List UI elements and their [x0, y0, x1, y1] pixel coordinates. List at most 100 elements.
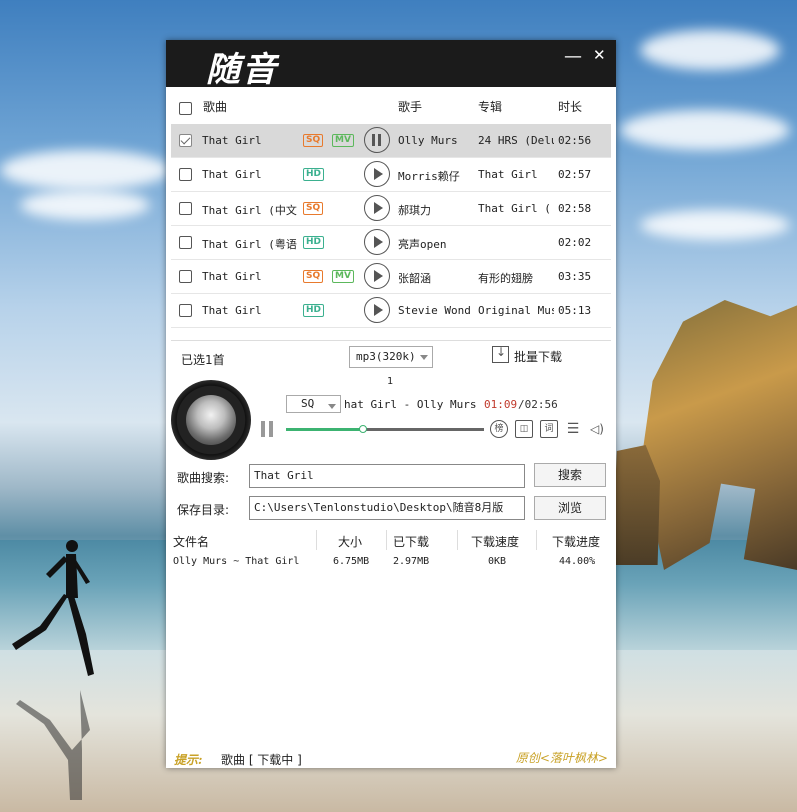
song-singer: Olly Murs	[398, 134, 458, 147]
album-art	[186, 395, 236, 445]
now-playing-title: hat Girl - Olly Murs	[344, 398, 477, 411]
save-dir-label: 保存目录:	[177, 503, 230, 517]
radio-button[interactable]: ◫	[515, 420, 533, 438]
author-credit: 原创<落叶枫林>	[515, 751, 608, 765]
time-separator: /	[518, 398, 525, 411]
song-checkbox[interactable]	[179, 304, 192, 317]
song-row[interactable]: That Girl SQ MV 张韶涵 有形的翅膀 03:35	[171, 260, 611, 294]
song-checkbox[interactable]	[179, 202, 192, 215]
badge-mv[interactable]: MV	[332, 134, 354, 147]
app-logo: 随音	[206, 50, 278, 90]
cloud	[640, 30, 780, 70]
badge-hd[interactable]: HD	[303, 304, 325, 317]
pause-icon[interactable]	[261, 421, 265, 437]
song-row[interactable]: That Girl (粤语 HD 亮声open 02:02	[171, 226, 611, 260]
song-album: That Girl (	[478, 202, 551, 215]
format-select[interactable]: mp3(320k)	[349, 346, 433, 368]
lyrics-button[interactable]: 词	[540, 420, 558, 438]
song-checkbox[interactable]	[179, 134, 192, 147]
song-album: That Girl	[478, 168, 538, 181]
album-cover-vinyl	[171, 380, 251, 460]
song-title: That Girl	[202, 304, 262, 317]
dl-row-progress: 44.00%	[559, 556, 596, 567]
page-number: 1	[387, 376, 394, 387]
badge-sq[interactable]: SQ	[303, 270, 324, 283]
save-dir-input[interactable]: C:\Users\Tenlonstudio\Desktop\随音8月版	[249, 496, 525, 520]
song-duration: 05:13	[558, 304, 592, 317]
song-row[interactable]: That Girl HD Morris赖仔 That Girl 02:57	[171, 158, 611, 192]
song-row[interactable]: That Girl (中文 SQ 郝琪力 That Girl (02:58	[171, 192, 611, 226]
cloud	[620, 110, 790, 150]
badge-hd[interactable]: HD	[303, 236, 325, 249]
quality-select[interactable]: SQ	[286, 395, 341, 413]
column-header-singer: 歌手	[398, 100, 423, 114]
divider	[316, 530, 317, 550]
dl-row-downloaded: 2.97MB	[393, 556, 430, 567]
song-title: That Girl	[202, 168, 262, 181]
chevron-down-icon	[328, 404, 336, 409]
play-icon[interactable]	[364, 263, 390, 289]
song-duration: 02:58	[558, 202, 592, 215]
cloud	[0, 150, 170, 190]
dl-header-size: 大小	[338, 535, 363, 549]
progress-fill	[286, 428, 364, 431]
song-row[interactable]: That Girl HD Stevie Wond Original Mus 05:13	[171, 294, 611, 328]
volume-icon[interactable]: ◁)	[588, 420, 606, 438]
song-singer: Stevie Wond	[398, 304, 471, 317]
song-title: That Girl (粤语	[202, 238, 297, 251]
divider	[536, 530, 537, 550]
divider	[457, 530, 458, 550]
cloud	[20, 190, 150, 220]
progress-thumb[interactable]	[359, 425, 368, 433]
playlist-icon[interactable]: ☰	[564, 420, 582, 438]
download-icon	[492, 345, 509, 363]
title-bar[interactable]: 随音 — ✕	[166, 40, 616, 90]
search-input[interactable]: That Gril	[249, 464, 525, 488]
song-duration: 03:35	[558, 270, 592, 283]
play-icon[interactable]	[364, 297, 390, 323]
divider	[386, 530, 387, 550]
song-duration: 02:02	[558, 236, 592, 249]
batch-download-label: 批量下载	[514, 350, 563, 364]
badge-hd[interactable]: HD	[303, 168, 325, 181]
close-button[interactable]: ✕	[593, 46, 606, 64]
play-icon[interactable]	[364, 161, 390, 187]
batch-download-button[interactable]: 批量下载	[492, 345, 563, 365]
song-checkbox[interactable]	[179, 168, 192, 181]
minimize-button[interactable]: —	[564, 46, 582, 67]
status-tip: 歌曲 [ 下载中 ]	[221, 753, 302, 767]
song-list[interactable]: That Girl SQ MV Olly Murs 24 HRS (Delu 02:56 T…	[171, 124, 611, 338]
song-duration: 02:56	[558, 134, 592, 147]
badge-mv[interactable]: MV	[332, 270, 354, 283]
ranking-button[interactable]: 榜	[490, 420, 508, 438]
dl-header-downloaded: 已下载	[393, 535, 430, 549]
song-singer: Morris赖仔	[398, 170, 460, 183]
badge-sq[interactable]: SQ	[303, 134, 324, 147]
app-window: 随音 — ✕ 歌曲 歌手 专辑 时长 That Girl SQ MV Olly Mur…	[166, 40, 616, 768]
song-row[interactable]: That Girl SQ MV Olly Murs 24 HRS (Delu 02:56	[171, 124, 611, 158]
time-total-value: 02:56	[524, 398, 558, 411]
dl-row-speed: 0KB	[488, 556, 507, 567]
format-value: mp3(320k)	[356, 350, 416, 363]
runner-reflection	[16, 690, 90, 800]
dl-row-size: 6.75MB	[333, 556, 370, 567]
cloud	[640, 210, 790, 240]
badge-sq[interactable]: SQ	[303, 202, 324, 215]
play-icon[interactable]	[364, 195, 390, 221]
select-all-checkbox[interactable]	[179, 102, 192, 115]
pause-icon[interactable]	[364, 127, 390, 153]
browse-button[interactable]: 浏览	[534, 496, 606, 520]
rock-stack	[612, 445, 660, 565]
quality-value: SQ	[301, 397, 315, 410]
search-button[interactable]: 搜索	[534, 463, 606, 487]
song-checkbox[interactable]	[179, 236, 192, 249]
search-label: 歌曲搜索:	[177, 471, 230, 485]
song-title: That Girl (中文	[202, 204, 297, 217]
progress-slider[interactable]	[286, 425, 484, 433]
time-current: 01:09	[484, 398, 518, 411]
play-icon[interactable]	[364, 229, 390, 255]
song-checkbox[interactable]	[179, 270, 192, 283]
song-duration: 02:57	[558, 168, 592, 181]
dl-header-speed: 下载速度	[471, 535, 520, 549]
chevron-down-icon	[420, 355, 428, 360]
